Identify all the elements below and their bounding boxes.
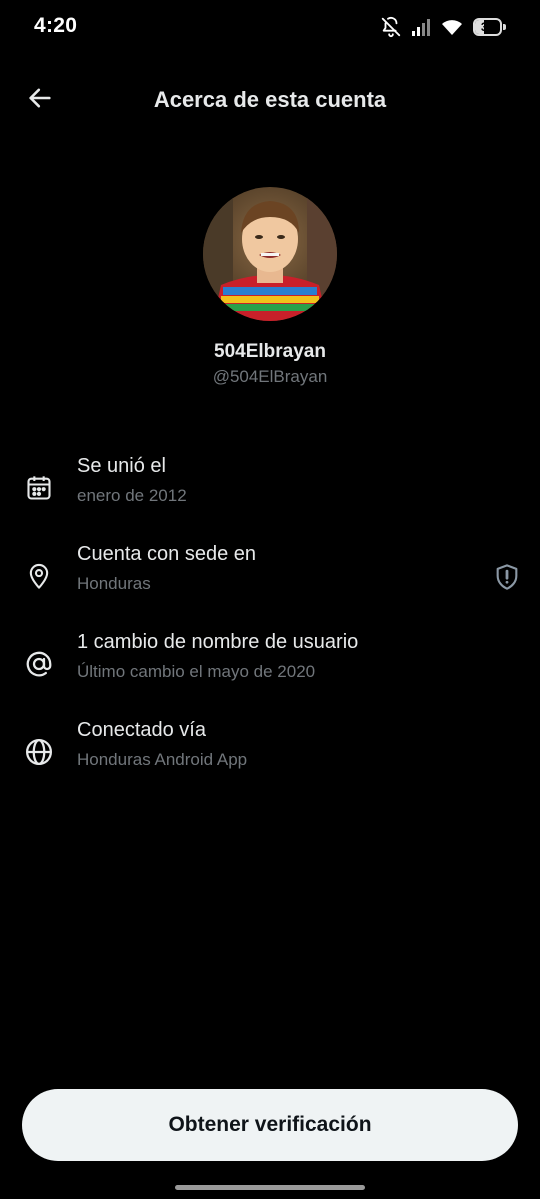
row-title: Conectado vía — [77, 719, 206, 741]
status-icons: 35 — [380, 15, 506, 39]
signal-icon — [411, 17, 431, 37]
row-subtitle: Honduras Android App — [77, 750, 248, 769]
globe-icon — [22, 735, 56, 769]
calendar-icon — [22, 471, 56, 505]
status-bar: 4:20 35 — [0, 0, 540, 54]
info-row-joined: Se unió el enero de 2012 — [0, 453, 540, 523]
battery-icon: 35 — [473, 18, 506, 36]
status-time: 4:20 — [34, 14, 78, 37]
avatar[interactable] — [203, 187, 337, 321]
about-account-screen: 4:20 35 Acerca de esta cuenta 504Elbraya… — [0, 0, 540, 1199]
wifi-icon — [440, 17, 464, 37]
info-row-connected-via: Conectado vía Honduras Android App — [0, 717, 540, 787]
page-title: Acerca de esta cuenta — [153, 87, 387, 112]
row-title: Se unió el — [77, 455, 166, 477]
bell-off-icon — [380, 16, 402, 38]
row-subtitle: Último cambio el mayo de 2020 — [77, 662, 316, 681]
info-row-location: Cuenta con sede en Honduras — [0, 541, 540, 611]
at-sign-icon — [22, 647, 56, 681]
display-name: 504Elbrayan — [214, 341, 326, 362]
row-subtitle: Honduras — [77, 574, 151, 593]
home-indicator[interactable] — [175, 1185, 365, 1190]
get-verified-button[interactable]: Obtener verificación — [22, 1089, 518, 1161]
info-row-username-changes: 1 cambio de nombre de usuario Último cam… — [0, 629, 540, 699]
row-subtitle: enero de 2012 — [77, 486, 187, 505]
header: Acerca de esta cuenta — [0, 72, 540, 128]
row-title: 1 cambio de nombre de usuario — [77, 631, 359, 653]
handle: @504ElBrayan — [212, 367, 328, 386]
shield-alert-icon[interactable] — [490, 560, 524, 594]
location-pin-icon — [22, 559, 56, 593]
battery-level: 35 — [480, 20, 495, 34]
row-title: Cuenta con sede en — [77, 543, 257, 565]
